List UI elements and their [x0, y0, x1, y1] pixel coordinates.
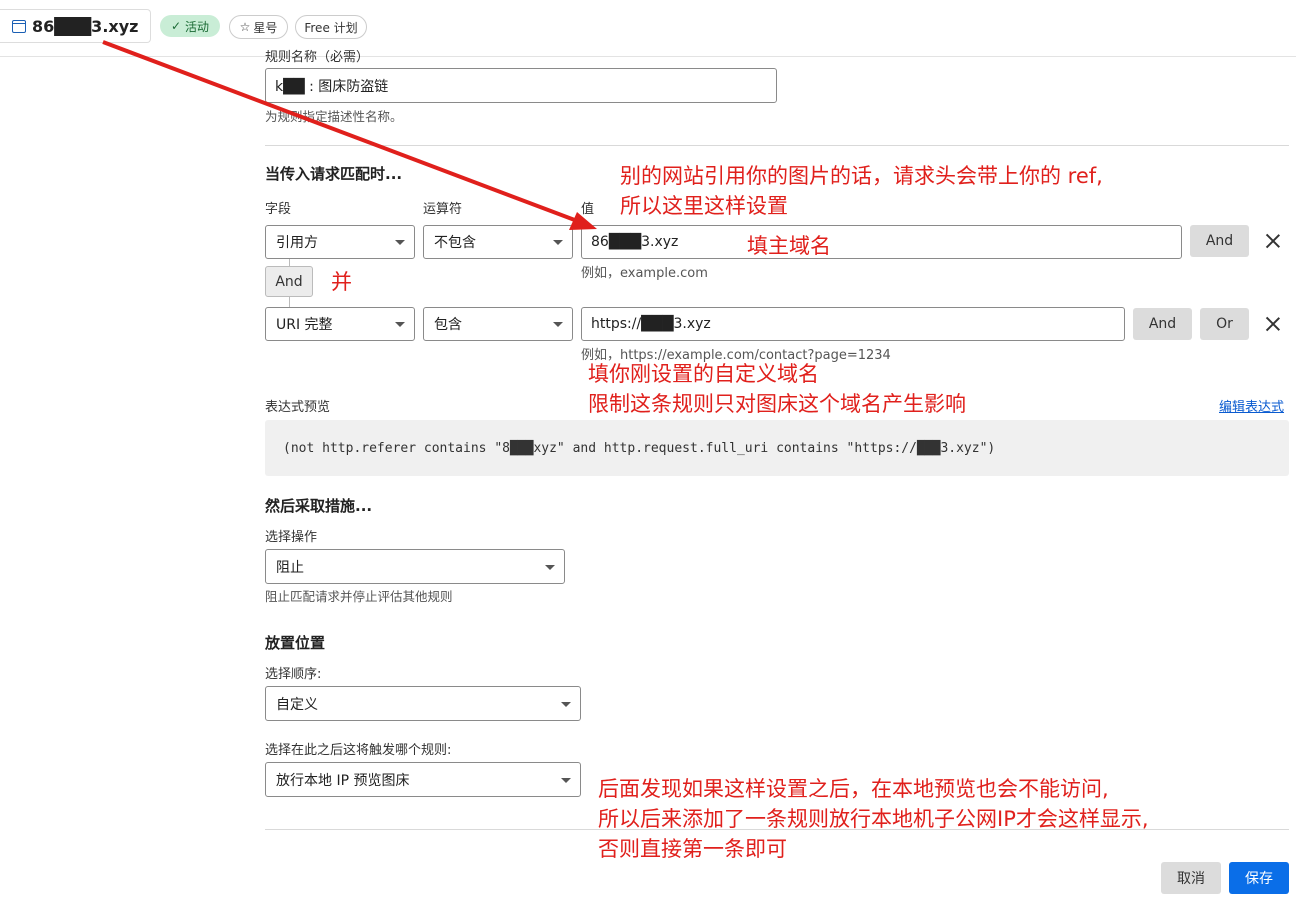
annotation-arrow: [102, 40, 597, 230]
annotation-bottom-line2: 所以后来添加了一条规则放行本地机子公网IP才会这样显示,: [598, 807, 1149, 831]
annotation-and: 并: [331, 270, 352, 294]
annotation-ref-line2: 所以这里这样设置: [620, 194, 788, 218]
annotation-custom-line2: 限制这条规则只对图床这个域名产生影响: [588, 392, 966, 416]
annotation-bottom-line3: 否则直接第一条即可: [598, 837, 787, 861]
annotation-custom-line1: 填你刚设置的自定义域名: [588, 362, 819, 386]
annotation-bottom-line1: 后面发现如果这样设置之后，在本地预览也会不能访问,: [598, 777, 1109, 801]
annotation-ref-line1: 别的网站引用你的图片的话，请求头会带上你的 ref,: [620, 164, 1103, 188]
annotation-main-domain: 填主域名: [747, 234, 831, 258]
